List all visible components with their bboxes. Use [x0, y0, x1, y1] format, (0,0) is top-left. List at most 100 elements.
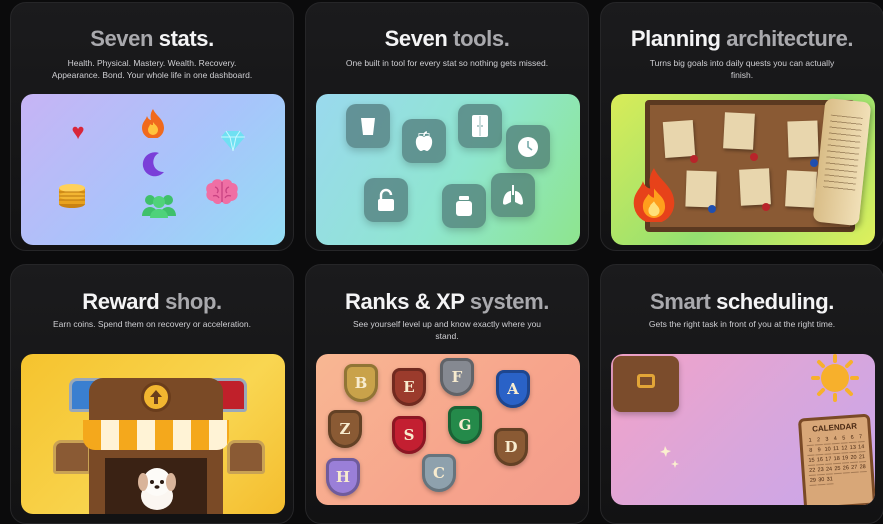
calendar-day: 18 [832, 454, 841, 465]
calendar-day: 28 [858, 462, 867, 473]
calendar-day: 9 [815, 445, 824, 456]
rank-s-badge: S [392, 416, 426, 454]
smart-scheduling-card: Smart scheduling. Gets the right task in… [600, 264, 883, 524]
lungs-tool-icon [491, 173, 535, 217]
quest-note [685, 170, 717, 208]
ranks-illustration: B E F A Z S G D H C [316, 354, 580, 505]
brain-icon [205, 178, 239, 206]
calendar-day: 7 [856, 433, 865, 443]
calendar-day: 23 [816, 465, 825, 476]
card-description: Earn coins. Spend them on recovery or ac… [53, 319, 251, 329]
shop-awning [83, 420, 229, 450]
rank-z-badge: Z [328, 410, 362, 448]
wax-seal [810, 159, 818, 167]
card-description: Health. Physical. Mastery. Wealth. Recov… [51, 58, 253, 80]
clock-tool-icon [506, 125, 550, 169]
calendar-day: 10 [823, 445, 832, 455]
calendar-day: 19 [841, 454, 850, 464]
jar-tool-icon [442, 184, 486, 228]
quest-note [785, 170, 817, 208]
calendar-day: 16 [815, 455, 825, 466]
calendar-day: 22 [808, 466, 817, 476]
fire-icon [139, 108, 167, 138]
calendar-day: 1 [806, 436, 815, 447]
coins-icon [55, 178, 89, 210]
calendar-day: 17 [824, 455, 833, 465]
stats-illustration: ♥ [21, 94, 285, 245]
scheduling-illustration: CALENDAR 1 2 3 4 5 6 7 8 9 10 11 12 13 14 15 16 17 18 19 20… [611, 354, 875, 505]
calendar-day: 15 [807, 456, 816, 467]
calendar-icon: CALENDAR 1 2 3 4 5 6 7 8 9 10 11 12 13 14 15 16 17 18 19 20… [797, 413, 875, 505]
tools-illustration:  [316, 94, 580, 245]
rank-g-badge: G [448, 406, 482, 444]
card-description: Gets the right task in front of you at t… [648, 319, 836, 329]
lock-tool-icon [364, 178, 408, 222]
rank-c-badge: C [422, 454, 456, 492]
calendar-grid: 1 2 3 4 5 6 7 8 9 10 11 12 13 14 15 16 17 18 19 20 21 22 23 24 2… [806, 433, 867, 486]
card-title: Smart scheduling. [650, 289, 834, 314]
calendar-day: 21 [858, 452, 867, 463]
wallet-icon [613, 356, 679, 412]
treasure-chest-icon [227, 440, 265, 474]
shop-stall [83, 378, 229, 514]
card-description: Turns big goals into daily quests you ca… [649, 58, 835, 80]
moon-stars-icon [613, 438, 683, 502]
calendar-day: 3 [822, 435, 832, 445]
wax-seal [762, 203, 770, 211]
calendar-day: 26 [841, 464, 850, 474]
card-title: Reward shop. [82, 289, 222, 314]
calendar-day: 5 [839, 434, 848, 444]
quest-note [739, 168, 771, 206]
card-title: Ranks & XP system. [345, 289, 549, 314]
card-title: Planning architecture. [630, 26, 854, 51]
calendar-day: 6 [848, 433, 857, 444]
card-title: Seven tools. [384, 26, 510, 51]
ranks-xp-card: Ranks & XP system. See yourself level up… [305, 264, 589, 524]
rank-e-badge: E [392, 368, 426, 406]
calendar-day: 14 [857, 443, 866, 453]
calendar-day: 27 [850, 463, 859, 474]
calendar-day: 24 [825, 465, 834, 475]
cup-tool-icon [346, 104, 390, 148]
shop-illustration [21, 354, 285, 514]
seven-stats-card: Seven stats. Health. Physical. Mastery. … [10, 2, 294, 251]
calendar-day: 30 [817, 475, 826, 486]
calendar-day: 29 [808, 476, 818, 486]
fire-icon [629, 166, 679, 222]
upgrade-arrow-icon [141, 382, 171, 412]
rank-a-badge: A [496, 370, 530, 408]
seven-tools-card: Seven tools. One built in tool for every… [305, 2, 589, 251]
wax-seal [750, 153, 758, 161]
rank-h-badge: H [326, 458, 360, 496]
cabinet-tool-icon [458, 104, 502, 148]
calendar-day: 20 [849, 453, 858, 464]
moon-icon [138, 149, 168, 179]
quest-note [723, 112, 755, 150]
planning-illustration [611, 94, 875, 245]
people-icon [141, 192, 177, 218]
rank-f-badge: F [440, 358, 474, 396]
calendar-day: 2 [814, 435, 823, 446]
quest-note [787, 120, 819, 158]
rank-b-badge: B [344, 364, 378, 402]
calendar-day: 4 [831, 434, 840, 445]
calendar-day: 13 [848, 443, 857, 454]
apple-tool-icon:  [402, 119, 446, 163]
card-description: See yourself level up and know exactly w… [352, 319, 542, 341]
heart-icon: ♥ [71, 119, 85, 144]
card-title: Seven stats. [90, 26, 214, 51]
calendar-day: 31 [825, 475, 834, 485]
calendar-day: 12 [840, 444, 849, 454]
planning-architecture-card: Planning architecture. Turns big goals i… [600, 2, 883, 251]
calendar-day: 11 [832, 444, 841, 455]
calendar-label: CALENDAR [811, 421, 858, 434]
quest-note [662, 119, 696, 159]
rank-d-badge: D [494, 428, 528, 466]
calendar-day: 25 [833, 464, 842, 475]
puppy-icon [129, 462, 185, 512]
wax-seal [708, 205, 716, 213]
wax-seal [690, 155, 698, 163]
reward-shop-card: Reward shop. Earn coins. Spend them on r… [10, 264, 294, 524]
diamond-icon [220, 129, 246, 153]
calendar-day: 8 [806, 446, 815, 457]
